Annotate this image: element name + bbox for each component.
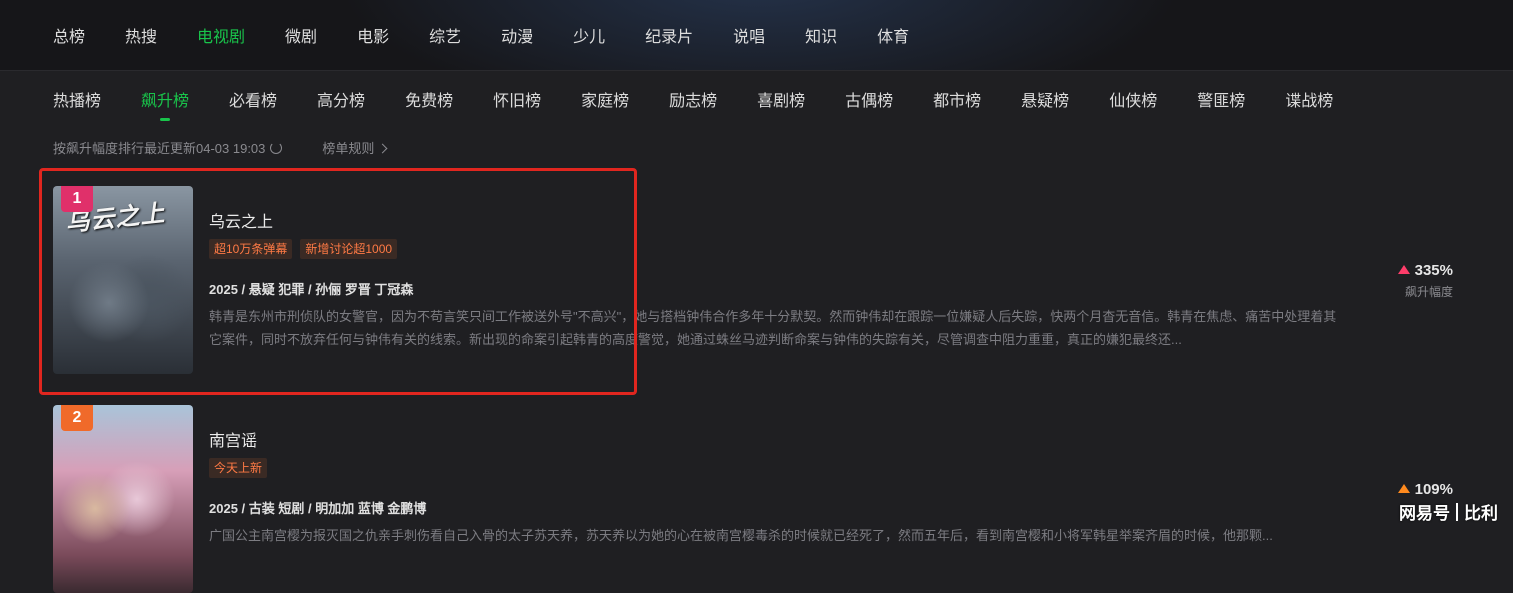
rank-badge: 2	[61, 405, 93, 431]
subtab-ranking[interactable]: 悬疑榜	[1021, 92, 1069, 112]
show-title[interactable]: 乌云之上	[209, 208, 273, 232]
subtab-ranking[interactable]: 励志榜	[669, 92, 717, 112]
rise-up-icon	[1397, 483, 1410, 493]
tag: 今天上新	[209, 458, 268, 478]
tab-category[interactable]: 动漫	[501, 28, 533, 48]
tab-category[interactable]: 综艺	[429, 28, 461, 48]
tab-category[interactable]: 电影	[357, 28, 389, 48]
tag: 超10万条弹幕	[209, 239, 293, 259]
tab-category[interactable]: 微剧	[285, 28, 317, 48]
show-description: 韩青是东州市刑侦队的女警官，因为不苟言笑只间工作被送外号"不高兴"，她与搭档钟伟…	[209, 309, 1337, 347]
divider	[0, 70, 1513, 71]
poster-image[interactable]: 2	[53, 405, 193, 593]
rank-badge: 1	[61, 186, 93, 212]
list-item[interactable]: 2 南宫谣 今天上新 2025 / 古装 短剧 / 明加加 蓝博 金鹏博 广国公…	[53, 405, 1353, 593]
ranking-subtabs: 热播榜 飙升榜 必看榜 高分榜 免费榜 怀旧榜 家庭榜 励志榜 喜剧榜 古偶榜 …	[53, 92, 1373, 121]
watermark-separator	[1456, 502, 1458, 521]
subtab-ranking[interactable]: 古偶榜	[845, 92, 893, 112]
subtab-ranking[interactable]: 免费榜	[405, 92, 453, 112]
subtab-ranking[interactable]: 高分榜	[317, 92, 365, 112]
tab-category[interactable]: 体育	[877, 28, 909, 48]
tab-category[interactable]: 热搜	[125, 28, 157, 48]
update-time-text: 按飙升幅度排行最近更新04-03 19:03	[53, 141, 266, 156]
watermark-left: 网易号	[1399, 504, 1450, 523]
tab-category[interactable]: 纪录片	[645, 28, 693, 48]
rise-value-row: 335%	[1333, 262, 1453, 279]
subtab-ranking[interactable]: 都市榜	[933, 92, 981, 112]
rise-indicator: 109%	[1333, 481, 1453, 498]
refresh-icon[interactable]	[270, 141, 283, 154]
show-meta: 2025 / 悬疑 犯罪 / 孙俪 罗晋 丁冠森	[209, 282, 414, 297]
subtab-ranking[interactable]: 热播榜	[53, 92, 101, 112]
show-meta: 2025 / 古装 短剧 / 明加加 蓝博 金鹏博	[209, 501, 427, 516]
rise-value-row: 109%	[1333, 481, 1453, 498]
subtab-ranking[interactable]: 仙侠榜	[1109, 92, 1157, 112]
top-nav-bar: 总榜 热搜 电视剧 微剧 电影 综艺 动漫 少儿 纪录片 说唱 知识 体育	[0, 0, 1513, 70]
subtab-ranking-active[interactable]: 飙升榜	[141, 92, 189, 121]
ranking-rules-link[interactable]: 榜单规则	[322, 138, 388, 157]
subtab-ranking[interactable]: 谍战榜	[1285, 92, 1333, 112]
rise-up-icon	[1397, 264, 1410, 274]
subtab-ranking[interactable]: 怀旧榜	[493, 92, 541, 112]
tag-list: 今天上新	[209, 458, 275, 478]
tab-category-active[interactable]: 电视剧	[197, 28, 245, 48]
category-tabs: 总榜 热搜 电视剧 微剧 电影 综艺 动漫 少儿 纪录片 说唱 知识 体育	[53, 28, 949, 48]
show-title[interactable]: 南宫谣	[209, 427, 257, 451]
rise-value: 109%	[1414, 481, 1453, 498]
poster-image[interactable]: 乌云之上 1	[53, 186, 193, 374]
ranking-rules-label: 榜单规则	[322, 141, 375, 156]
subtab-ranking[interactable]: 警匪榜	[1197, 92, 1245, 112]
rise-indicator: 335% 飙升幅度	[1333, 262, 1453, 300]
tag-list: 超10万条弹幕 新增讨论超1000	[209, 239, 405, 259]
rise-value: 335%	[1414, 262, 1453, 279]
subtab-ranking[interactable]: 必看榜	[229, 92, 277, 112]
tab-category[interactable]: 总榜	[53, 28, 85, 48]
rise-label: 飙升幅度	[1404, 285, 1453, 299]
update-info-row: 按飙升幅度排行最近更新04-03 19:03 榜单规则	[53, 138, 388, 157]
chevron-right-icon	[377, 143, 388, 154]
tab-category[interactable]: 说唱	[733, 28, 765, 48]
tab-category[interactable]: 少儿	[573, 28, 605, 48]
subtab-ranking[interactable]: 家庭榜	[581, 92, 629, 112]
list-item[interactable]: 乌云之上 1 乌云之上 超10万条弹幕 新增讨论超1000 2025 / 悬疑 …	[53, 186, 1353, 374]
tag: 新增讨论超1000	[300, 239, 398, 259]
watermark: 网易号 比利	[1399, 499, 1498, 524]
tab-category[interactable]: 知识	[805, 28, 837, 48]
watermark-right: 比利	[1464, 504, 1498, 523]
subtab-ranking[interactable]: 喜剧榜	[757, 92, 805, 112]
